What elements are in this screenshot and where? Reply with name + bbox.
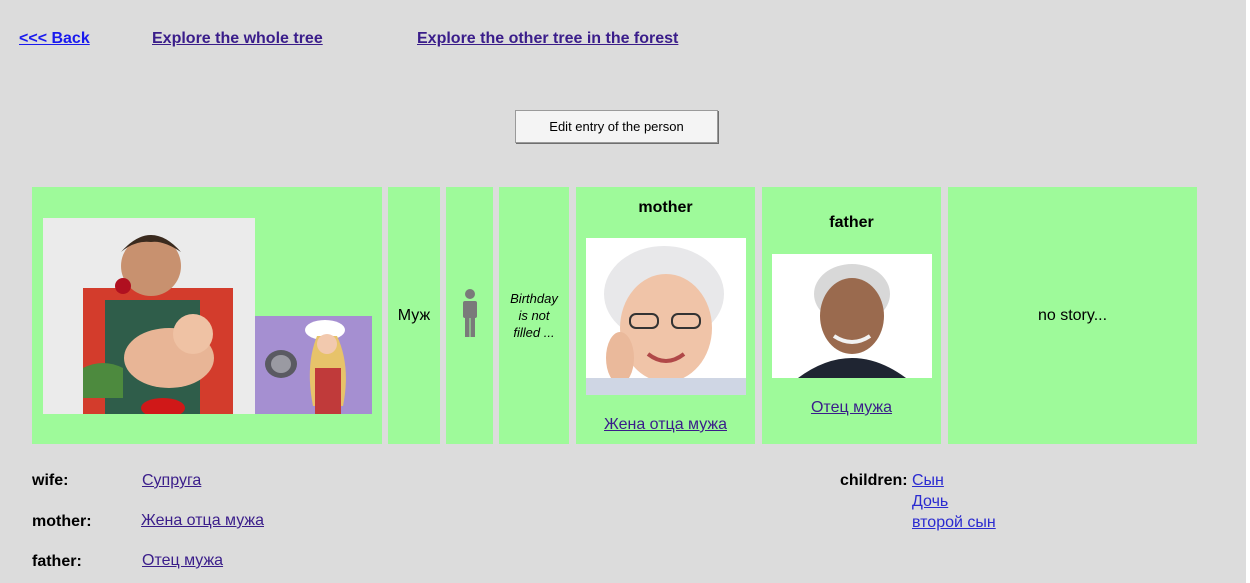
mother-photo[interactable] (586, 238, 746, 395)
child-link-daughter[interactable]: Дочь (912, 491, 996, 512)
mother-label: mother: (32, 513, 92, 530)
children-label: children: (840, 472, 908, 489)
wife-link[interactable]: Супруга (142, 472, 201, 490)
gender-cell (446, 187, 493, 444)
mother-card-title: mother (638, 199, 693, 216)
mother-card: mother Жена отца мужа (576, 187, 755, 444)
mother-link[interactable]: Жена отца мужа (141, 512, 264, 530)
birthday-cell: Birthday is not filled ... (499, 187, 569, 444)
wife-label: wife: (32, 472, 69, 489)
father-photo[interactable] (772, 254, 932, 378)
story-text: no story... (1037, 306, 1108, 324)
story-cell: no story... (948, 187, 1197, 444)
explore-whole-tree-link[interactable]: Explore the whole tree (152, 30, 323, 48)
wife-photo[interactable] (255, 316, 372, 414)
scrollbar[interactable] (1246, 0, 1250, 583)
explore-other-tree-link[interactable]: Explore the other tree in the forest (417, 30, 678, 48)
person-photo[interactable] (43, 218, 255, 414)
father-card: father Отец мужа (762, 187, 941, 444)
male-person-icon (460, 289, 480, 342)
father-card-title: father (829, 214, 874, 231)
child-link-son[interactable]: Сын (912, 470, 996, 491)
birthday-text: Birthday is not filled ... (510, 291, 558, 340)
child-link-second-son[interactable]: второй сын (912, 512, 996, 533)
father-label: father: (32, 553, 82, 570)
father-card-link[interactable]: Отец мужа (762, 399, 941, 417)
edit-entry-button[interactable]: Edit entry of the person (515, 110, 718, 143)
person-name: Муж (397, 306, 431, 324)
person-name-cell: Муж (388, 187, 440, 444)
person-photos-cell (32, 187, 382, 444)
back-link[interactable]: <<< Back (19, 30, 90, 48)
father-link[interactable]: Отец мужа (142, 552, 223, 570)
mother-card-link[interactable]: Жена отца мужа (576, 416, 755, 434)
children-list: Сын Дочь второй сын (912, 470, 996, 533)
